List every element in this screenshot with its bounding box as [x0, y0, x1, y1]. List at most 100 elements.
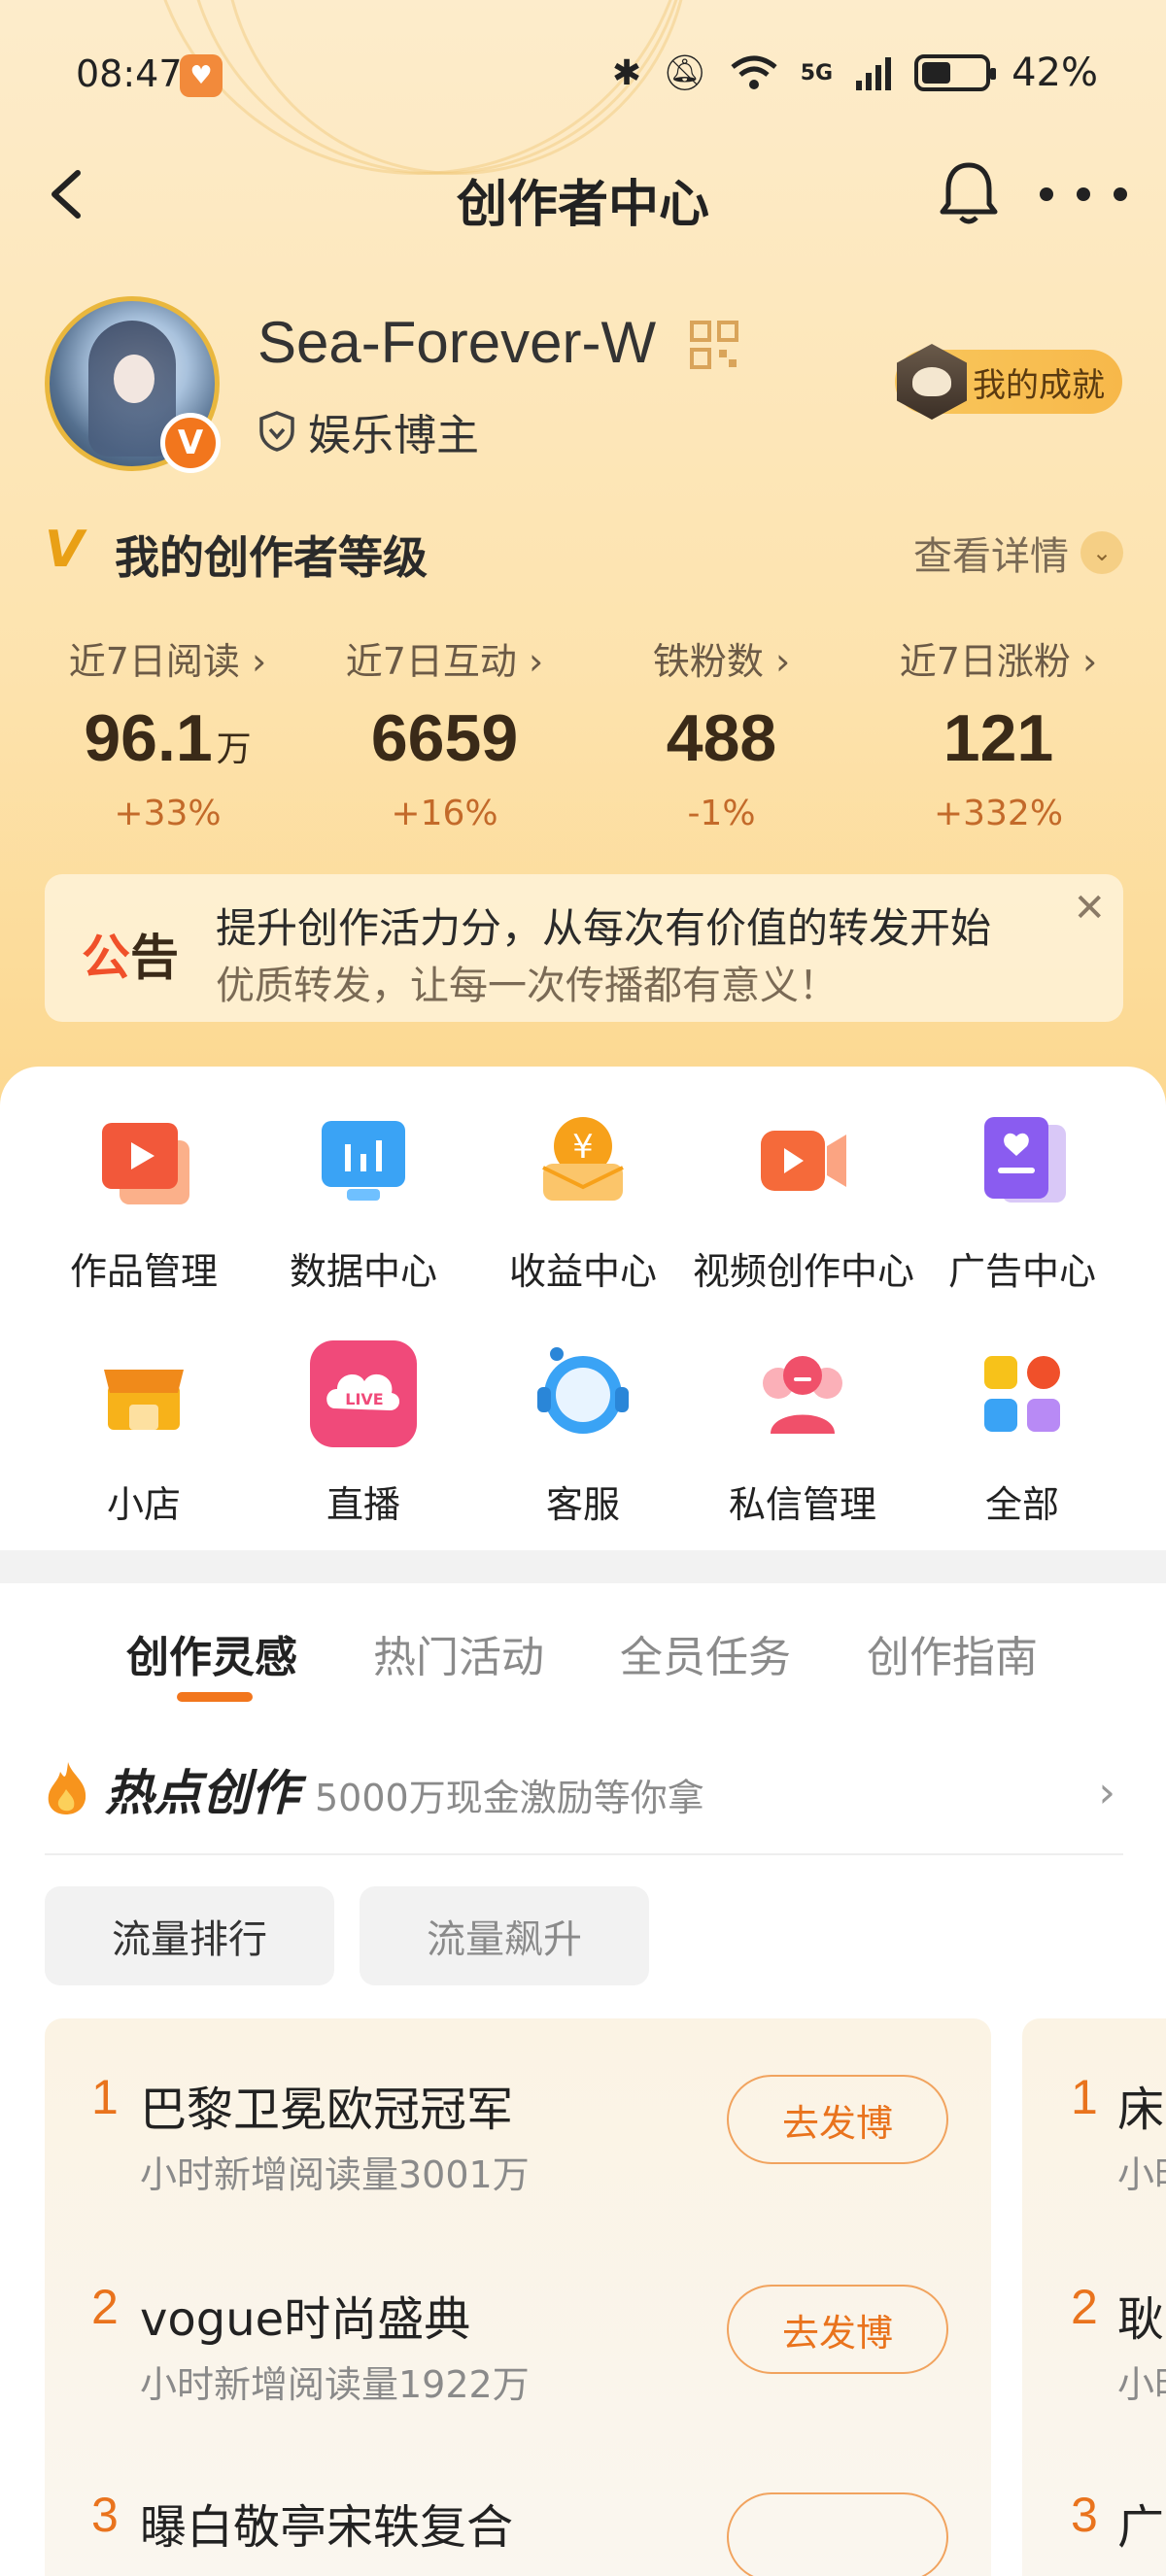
- tab-guide[interactable]: 创作指南: [867, 1622, 1038, 1684]
- all-icon: [984, 1356, 1060, 1432]
- stat-change: +33%: [114, 794, 222, 833]
- bell-icon[interactable]: [937, 159, 1001, 227]
- stat-label: 近7日涨粉: [899, 640, 1071, 683]
- grid-item-works[interactable]: 作品管理: [34, 1107, 254, 1340]
- nav-header: 创作者中心: [0, 146, 1166, 243]
- stat-unit: 万: [216, 729, 252, 768]
- chevron-right-icon: ›: [1082, 640, 1098, 683]
- stat-value: 6659: [370, 701, 519, 775]
- list-item[interactable]: 1 巴黎卫冕欧冠冠军 小时新增阅读量3001万 去发博: [45, 2069, 991, 2263]
- ranking-filter-chips: 流量排行 流量飙升: [45, 1886, 649, 1985]
- announcement-banner[interactable]: 公告 提升创作活力分，从每次有价值的转发开始 优质转发，让每一次传播都有意义！ …: [45, 874, 1123, 1022]
- topic-meta: 小时新增阅读量1922万: [140, 2363, 530, 2406]
- chevron-down-icon: ⌄: [1080, 531, 1123, 574]
- hot-creation-header[interactable]: 热点创作 5000万现金激励等你拿 ›: [45, 1748, 1123, 1855]
- chevron-right-icon: ›: [1098, 1768, 1115, 1817]
- chevron-right-icon: ›: [252, 640, 267, 683]
- announcement-tag: 公告: [82, 919, 179, 989]
- ad-icon: [984, 1117, 1066, 1203]
- video-icon: [761, 1131, 846, 1191]
- username: Sea-Forever-W: [257, 310, 657, 375]
- grid-item-label: 视频创作中心: [693, 1250, 915, 1293]
- grid-item-label: 收益中心: [508, 1250, 657, 1293]
- hot-title: 热点创作: [105, 1765, 299, 1821]
- more-options-icon[interactable]: [1040, 165, 1127, 223]
- list-item[interactable]: 2 vogue时尚盛典 小时新增阅读量1922万 去发博: [45, 2279, 991, 2473]
- signal-icon: [856, 57, 892, 90]
- level-title: 我的创作者等级: [115, 531, 428, 584]
- message-icon: [763, 1356, 842, 1434]
- grid-item-messages[interactable]: 私信管理: [693, 1340, 912, 1574]
- bluetooth-icon: ✱: [611, 52, 642, 93]
- battery-icon: [914, 54, 997, 91]
- post-button[interactable]: 去发博: [727, 2075, 948, 2164]
- data-icon: [322, 1121, 405, 1201]
- grid-item-data[interactable]: 数据中心: [254, 1107, 473, 1340]
- grid-item-support[interactable]: 客服: [473, 1340, 693, 1574]
- stat-iron-fans[interactable]: 铁粉数 › 488 -1%: [583, 631, 860, 833]
- list-item[interactable]: 3 广: [1022, 2487, 1166, 2576]
- topic-name: vogue时尚盛典: [140, 2292, 471, 2347]
- live-badge-text: LIVE: [345, 1390, 383, 1408]
- stat-interactions[interactable]: 近7日互动 › 6659 +16%: [306, 631, 583, 833]
- grid-item-live[interactable]: LIVE 直播: [254, 1340, 473, 1574]
- grid-item-video[interactable]: 视频创作中心: [693, 1107, 915, 1340]
- shield-icon: [259, 411, 294, 452]
- rank-number: 1: [1071, 2070, 1098, 2124]
- qr-code-icon[interactable]: [690, 321, 738, 369]
- hot-subtitle: 5000万现金激励等你拿: [315, 1777, 704, 1819]
- creator-level-row: V 我的创作者等级 查看详情 ⌄: [45, 515, 1123, 584]
- chip-traffic-rank[interactable]: 流量排行: [45, 1886, 334, 1985]
- tab-all-tasks[interactable]: 全员任务: [620, 1622, 791, 1684]
- view-details-link[interactable]: 查看详情 ⌄: [913, 525, 1123, 581]
- active-tab-indicator: [177, 1692, 253, 1702]
- topic-name: 床: [1117, 2083, 1165, 2137]
- announcement-line1: 提升创作活力分，从每次有价值的转发开始: [216, 904, 992, 952]
- topic-meta: 小时新增阅读量3001万: [140, 2153, 530, 2196]
- network-type: 5G: [800, 60, 834, 85]
- rank-number: 2: [1071, 2280, 1098, 2334]
- status-time: 08:47: [76, 52, 183, 95]
- chevron-right-icon: ›: [529, 640, 544, 683]
- grid-item-label: 直播: [326, 1483, 400, 1526]
- list-item[interactable]: 3 曝白敬亭宋轶复合: [45, 2487, 991, 2576]
- list-item[interactable]: 2 耿 小时: [1022, 2279, 1166, 2473]
- rank-number: 1: [91, 2070, 119, 2124]
- post-button[interactable]: 去发博: [727, 2285, 948, 2374]
- svg-text:¥: ¥: [572, 1128, 594, 1167]
- rank-number: 3: [91, 2488, 119, 2542]
- wifi-icon: [731, 55, 777, 89]
- stat-change: +332%: [933, 794, 1064, 833]
- post-button[interactable]: [727, 2492, 948, 2576]
- topic-name: 广: [1117, 2500, 1165, 2555]
- role-label: 娱乐博主: [308, 411, 479, 460]
- live-icon: LIVE: [310, 1340, 417, 1447]
- topic-name: 巴黎卫冕欧冠冠军: [140, 2083, 514, 2137]
- achievement-button[interactable]: 我的成就: [895, 344, 1122, 420]
- stat-change: +16%: [391, 794, 498, 833]
- grid-item-income[interactable]: ¥ 收益中心: [473, 1107, 693, 1340]
- mute-icon: 🔕︎: [663, 53, 707, 93]
- chevron-right-icon: ›: [774, 640, 791, 683]
- achievement-label: 我的成就: [973, 365, 1105, 405]
- battery-percent: 42%: [1012, 51, 1098, 95]
- rank-number: 3: [1071, 2488, 1098, 2542]
- stat-reads[interactable]: 近7日阅读 › 96.1 万 +33%: [29, 631, 306, 833]
- close-icon[interactable]: ✕: [1073, 886, 1106, 931]
- grid-item-label: 作品管理: [69, 1250, 218, 1293]
- grid-item-all[interactable]: 全部: [912, 1340, 1132, 1574]
- grid-item-label: 私信管理: [728, 1483, 876, 1526]
- tab-inspiration[interactable]: 创作灵感: [126, 1622, 297, 1684]
- announcement-line2: 优质转发，让每一次传播都有意义！: [216, 964, 838, 1008]
- tab-hot-events[interactable]: 热门活动: [373, 1622, 544, 1684]
- grid-item-ad[interactable]: 广告中心: [912, 1107, 1132, 1340]
- announcement-tag-second: 告: [130, 930, 179, 986]
- ranking-card: 1 巴黎卫冕欧冠冠军 小时新增阅读量3001万 去发博 2 vogue时尚盛典 …: [45, 2018, 991, 2576]
- feature-grid: 作品管理 数据中心 ¥ 收益中心 视频创作中心 广告中心 小店 LIVE 直播 …: [0, 1107, 1166, 1574]
- status-icons: ✱ 🔕︎ 5G 42%: [612, 51, 1098, 95]
- creator-role: 娱乐博主: [257, 400, 479, 462]
- grid-item-shop[interactable]: 小店: [34, 1340, 254, 1574]
- stat-new-fans[interactable]: 近7日涨粉 › 121 +332%: [860, 631, 1137, 833]
- chip-traffic-rising[interactable]: 流量飙升: [360, 1886, 649, 1985]
- list-item[interactable]: 1 床 小时: [1022, 2069, 1166, 2263]
